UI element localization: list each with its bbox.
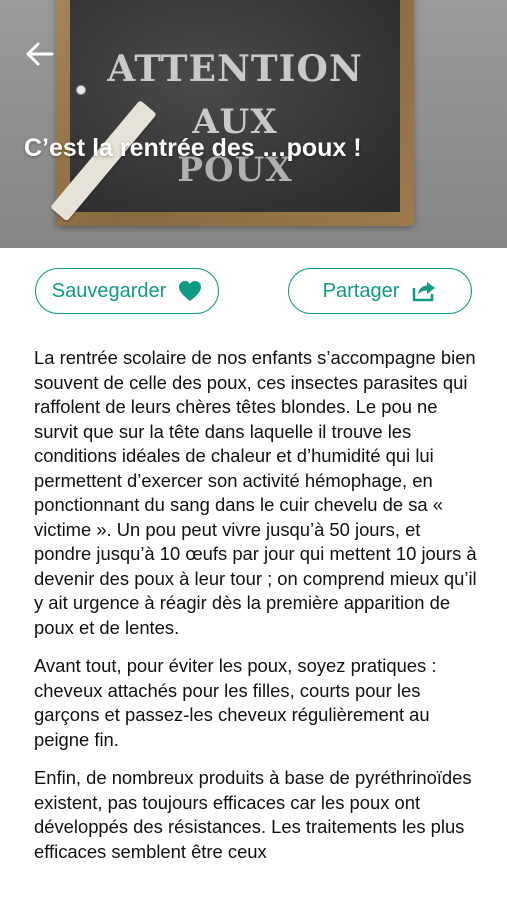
article-paragraph-3: Enfin, de nombreux produits à base de py… [34,767,472,862]
article-paragraph-1: La rentrée scolaire de nos enfants s’acc… [34,347,477,638]
save-button-label: Sauvegarder [51,279,167,302]
hero-image: ATTENTION AUX POUX C’est la rentrée des … [0,0,507,248]
arrow-left-icon [26,42,54,66]
chalkboard-image: ATTENTION AUX POUX [50,0,414,226]
share-button-label: Partager [322,279,400,302]
article-body: La rentrée scolaire de nos enfants s’acc… [34,346,479,878]
share-button[interactable]: Partager [288,268,472,314]
chalkboard-surface: ATTENTION AUX POUX [50,0,400,222]
chalkboard-text-line-1: ATTENTION [107,48,363,90]
action-bar: Sauvegarder Partager [0,268,507,318]
share-icon [413,282,436,302]
save-button[interactable]: Sauvegarder [35,268,219,314]
board-nail [76,85,86,95]
heart-icon [179,281,202,301]
article-paragraph-2: Avant tout, pour éviter les poux, soyez … [34,655,437,750]
article-title: C’est la rentrée des …poux ! [24,134,362,162]
back-button[interactable] [20,36,60,72]
